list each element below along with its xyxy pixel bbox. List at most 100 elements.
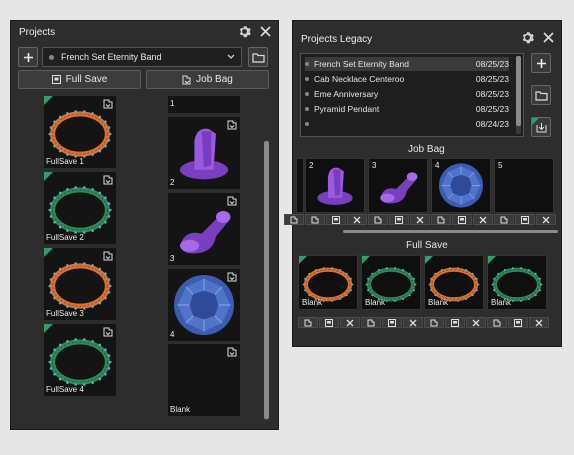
jobbag-cell[interactable]: 4 bbox=[431, 158, 491, 213]
delete-button[interactable] bbox=[340, 317, 360, 328]
delete-button[interactable] bbox=[466, 317, 486, 328]
save-to-bag-icon[interactable] bbox=[227, 272, 237, 282]
load-button[interactable] bbox=[494, 214, 514, 225]
save-to-bag-icon[interactable] bbox=[227, 347, 237, 357]
save-to-bag-icon[interactable] bbox=[103, 251, 113, 261]
save-button[interactable] bbox=[515, 214, 535, 225]
delete-button[interactable] bbox=[410, 214, 430, 225]
save-to-bag-icon[interactable] bbox=[103, 175, 113, 185]
load-button[interactable] bbox=[361, 317, 381, 328]
load-button[interactable] bbox=[284, 214, 304, 225]
delete-button[interactable] bbox=[529, 317, 549, 328]
load-button[interactable] bbox=[424, 317, 444, 328]
scrollbar-thumb[interactable] bbox=[516, 56, 521, 126]
save-to-bag-icon[interactable] bbox=[227, 196, 237, 206]
import-button[interactable] bbox=[531, 117, 551, 137]
full-save-button[interactable]: Full Save bbox=[18, 70, 141, 89]
fullsave-cell[interactable]: Blank bbox=[298, 255, 358, 310]
close-icon[interactable] bbox=[542, 31, 555, 44]
load-button[interactable] bbox=[305, 214, 325, 225]
status-dot bbox=[305, 107, 309, 111]
close-icon[interactable] bbox=[259, 25, 272, 38]
delete-button[interactable] bbox=[536, 214, 556, 225]
fullsave-label: FullSave 3 bbox=[46, 309, 84, 318]
legacy-project-name: Eme Anniversary bbox=[314, 89, 379, 99]
item-actions bbox=[368, 214, 430, 225]
jobbag-thumbnail[interactable]: 4 bbox=[168, 269, 240, 341]
legacy-project-row[interactable]: French Set Eternity Band 08/25/23 bbox=[305, 57, 509, 71]
saved-indicator bbox=[299, 256, 307, 264]
legacy-panel-title: Projects Legacy bbox=[301, 33, 373, 45]
scrollbar-thumb[interactable] bbox=[264, 141, 269, 419]
open-folder-button[interactable] bbox=[531, 85, 551, 105]
save-to-bag-icon[interactable] bbox=[103, 327, 113, 337]
legacy-project-name: French Set Eternity Band bbox=[314, 59, 409, 69]
save-button[interactable] bbox=[326, 214, 346, 225]
save-button[interactable] bbox=[452, 214, 472, 225]
jobbag-cell-number: 2 bbox=[309, 161, 314, 170]
fullsave-cell-label: Blank bbox=[302, 298, 323, 307]
saved-indicator bbox=[44, 96, 53, 105]
job-bag-scrollbar[interactable] bbox=[264, 141, 269, 421]
item-actions bbox=[298, 317, 360, 328]
jobbag-thumbnail[interactable]: 3 bbox=[168, 193, 240, 265]
save-button[interactable] bbox=[508, 317, 528, 328]
legacy-project-row[interactable]: Pyramid Pendant 08/25/23 bbox=[305, 102, 509, 116]
legacy-project-name: Cab Necklace Centeroo bbox=[314, 74, 405, 84]
legacy-jobbag-scrollbar[interactable] bbox=[343, 230, 558, 233]
fullsave-thumbnail[interactable]: FullSave 3 bbox=[44, 248, 116, 320]
scrollbar-thumb[interactable] bbox=[343, 230, 558, 233]
legacy-project-name: Pyramid Pendant bbox=[314, 104, 380, 114]
load-button[interactable] bbox=[298, 317, 318, 328]
saved-indicator bbox=[362, 256, 370, 264]
saved-indicator bbox=[44, 172, 53, 181]
jobbag-thumbnail[interactable]: 1 bbox=[168, 96, 240, 113]
load-button[interactable] bbox=[368, 214, 388, 225]
load-button[interactable] bbox=[487, 317, 507, 328]
gear-icon[interactable] bbox=[521, 31, 534, 44]
open-folder-button[interactable] bbox=[248, 47, 268, 67]
full-save-section-title: Full Save bbox=[406, 240, 448, 251]
jobbag-cell[interactable]: 2 bbox=[305, 158, 365, 213]
jobbag-label: 1 bbox=[170, 99, 175, 108]
delete-button[interactable] bbox=[473, 214, 493, 225]
fullsave-cell[interactable]: Blank bbox=[487, 255, 547, 310]
item-actions bbox=[424, 317, 486, 328]
add-project-button[interactable] bbox=[531, 53, 551, 73]
jobbag-cell[interactable]: 5 bbox=[494, 158, 554, 213]
add-project-button[interactable] bbox=[18, 47, 38, 67]
saved-indicator bbox=[488, 256, 496, 264]
legacy-project-row[interactable]: Cab Necklace Centeroo 08/25/23 bbox=[305, 72, 509, 86]
gear-icon[interactable] bbox=[238, 25, 251, 38]
item-actions bbox=[431, 214, 493, 225]
fullsave-thumbnail[interactable]: FullSave 4 bbox=[44, 324, 116, 396]
legacy-project-row[interactable]: 08/24/23 bbox=[305, 117, 509, 131]
save-to-bag-icon[interactable] bbox=[103, 99, 113, 109]
jobbag-label: Blank bbox=[170, 405, 191, 414]
delete-button[interactable] bbox=[347, 214, 367, 225]
fullsave-cell[interactable]: Blank bbox=[424, 255, 484, 310]
jobbag-cell-partial[interactable] bbox=[296, 158, 304, 213]
save-button[interactable] bbox=[319, 317, 339, 328]
jobbag-thumbnail[interactable]: Blank bbox=[168, 344, 240, 416]
project-select[interactable]: French Set Eternity Band bbox=[42, 47, 242, 67]
legacy-project-date: 08/25/23 bbox=[475, 59, 509, 69]
save-button[interactable] bbox=[382, 317, 402, 328]
job-bag-button[interactable]: Job Bag bbox=[146, 70, 269, 89]
fullsave-cell-label: Blank bbox=[491, 298, 512, 307]
save-button[interactable] bbox=[445, 317, 465, 328]
save-to-bag-icon[interactable] bbox=[227, 120, 237, 130]
fullsave-thumbnail[interactable]: FullSave 2 bbox=[44, 172, 116, 244]
legacy-project-row[interactable]: Eme Anniversary 08/25/23 bbox=[305, 87, 509, 101]
jobbag-cell[interactable]: 3 bbox=[368, 158, 428, 213]
save-button[interactable] bbox=[389, 214, 409, 225]
saved-indicator bbox=[44, 248, 53, 257]
jobbag-thumbnail[interactable]: 2 bbox=[168, 117, 240, 189]
load-button[interactable] bbox=[431, 214, 451, 225]
legacy-list-scrollbar[interactable] bbox=[516, 56, 521, 134]
fullsave-thumbnail[interactable]: FullSave 1 bbox=[44, 96, 116, 168]
status-dot bbox=[305, 122, 309, 126]
fullsave-cell[interactable]: Blank bbox=[361, 255, 421, 310]
legacy-project-list[interactable]: French Set Eternity Band 08/25/23 Cab Neck… bbox=[300, 53, 524, 137]
delete-button[interactable] bbox=[403, 317, 423, 328]
